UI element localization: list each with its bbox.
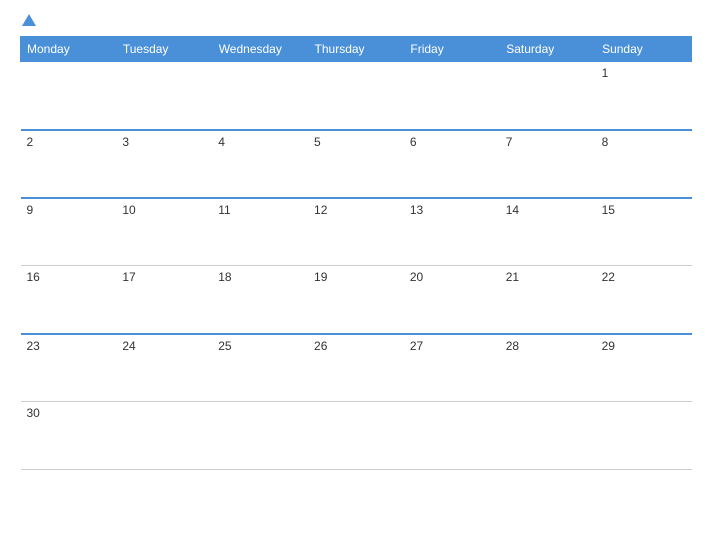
- day-number: 8: [602, 135, 609, 149]
- calendar-cell: [308, 402, 404, 470]
- calendar-cell: [21, 62, 117, 130]
- calendar-cell: [116, 62, 212, 130]
- weekday-header-wednesday: Wednesday: [212, 37, 308, 62]
- calendar-week-row: 2 3 4 5 6 7 8: [21, 130, 692, 198]
- calendar-cell: 27: [404, 334, 500, 402]
- day-number: 14: [506, 203, 519, 217]
- calendar-cell: 10: [116, 198, 212, 266]
- calendar-week-row: 23 24 25 26 27 28 29: [21, 334, 692, 402]
- day-number: 7: [506, 135, 513, 149]
- day-number: 29: [602, 339, 615, 353]
- calendar-cell: 28: [500, 334, 596, 402]
- calendar-cell: 11: [212, 198, 308, 266]
- calendar-grid: MondayTuesdayWednesdayThursdayFridaySatu…: [20, 36, 692, 470]
- calendar-cell: [212, 402, 308, 470]
- calendar-cell: 21: [500, 266, 596, 334]
- calendar-week-row: 16 17 18 19 20 21 22: [21, 266, 692, 334]
- calendar-cell: 29: [596, 334, 692, 402]
- calendar-cell: 24: [116, 334, 212, 402]
- logo-triangle-icon: [22, 14, 36, 26]
- calendar-cell: [212, 62, 308, 130]
- calendar-week-row: 1: [21, 62, 692, 130]
- day-number: 17: [122, 270, 135, 284]
- weekday-header-thursday: Thursday: [308, 37, 404, 62]
- day-number: 1: [602, 66, 609, 80]
- weekday-header-monday: Monday: [21, 37, 117, 62]
- calendar-cell: 9: [21, 198, 117, 266]
- day-number: 23: [27, 339, 40, 353]
- calendar-cell: 30: [21, 402, 117, 470]
- day-number: 28: [506, 339, 519, 353]
- calendar-cell: 18: [212, 266, 308, 334]
- logo: [20, 16, 36, 28]
- calendar-cell: 1: [596, 62, 692, 130]
- day-number: 25: [218, 339, 231, 353]
- calendar-cell: [404, 62, 500, 130]
- day-number: 19: [314, 270, 327, 284]
- weekday-header-sunday: Sunday: [596, 37, 692, 62]
- day-number: 26: [314, 339, 327, 353]
- calendar-cell: [500, 402, 596, 470]
- calendar-cell: 17: [116, 266, 212, 334]
- day-number: 12: [314, 203, 327, 217]
- day-number: 27: [410, 339, 423, 353]
- calendar-cell: 14: [500, 198, 596, 266]
- calendar-cell: [116, 402, 212, 470]
- day-number: 9: [27, 203, 34, 217]
- day-number: 24: [122, 339, 135, 353]
- calendar-cell: 12: [308, 198, 404, 266]
- calendar-cell: 8: [596, 130, 692, 198]
- day-number: 15: [602, 203, 615, 217]
- calendar-cell: 3: [116, 130, 212, 198]
- calendar-cell: 22: [596, 266, 692, 334]
- day-number: 22: [602, 270, 615, 284]
- calendar-cell: [500, 62, 596, 130]
- weekday-header-friday: Friday: [404, 37, 500, 62]
- calendar-cell: 16: [21, 266, 117, 334]
- calendar-cell: 20: [404, 266, 500, 334]
- day-number: 21: [506, 270, 519, 284]
- calendar-cell: 13: [404, 198, 500, 266]
- day-number: 10: [122, 203, 135, 217]
- calendar-cell: 2: [21, 130, 117, 198]
- day-number: 30: [27, 406, 40, 420]
- weekday-header-row: MondayTuesdayWednesdayThursdayFridaySatu…: [21, 37, 692, 62]
- calendar-cell: [596, 402, 692, 470]
- calendar-cell: 26: [308, 334, 404, 402]
- weekday-header-tuesday: Tuesday: [116, 37, 212, 62]
- calendar-cell: 15: [596, 198, 692, 266]
- calendar-cell: 23: [21, 334, 117, 402]
- calendar-container: MondayTuesdayWednesdayThursdayFridaySatu…: [0, 0, 712, 550]
- calendar-cell: [308, 62, 404, 130]
- calendar-cell: 5: [308, 130, 404, 198]
- calendar-header: [20, 16, 692, 28]
- calendar-cell: 6: [404, 130, 500, 198]
- weekday-header-saturday: Saturday: [500, 37, 596, 62]
- calendar-cell: 4: [212, 130, 308, 198]
- calendar-cell: [404, 402, 500, 470]
- day-number: 2: [27, 135, 34, 149]
- day-number: 13: [410, 203, 423, 217]
- calendar-cell: 25: [212, 334, 308, 402]
- calendar-week-row: 9 10 11 12 13 14 15: [21, 198, 692, 266]
- calendar-cell: 7: [500, 130, 596, 198]
- day-number: 6: [410, 135, 417, 149]
- day-number: 5: [314, 135, 321, 149]
- day-number: 4: [218, 135, 225, 149]
- day-number: 20: [410, 270, 423, 284]
- day-number: 18: [218, 270, 231, 284]
- day-number: 11: [218, 203, 230, 217]
- day-number: 16: [27, 270, 40, 284]
- calendar-week-row: 30: [21, 402, 692, 470]
- day-number: 3: [122, 135, 129, 149]
- calendar-cell: 19: [308, 266, 404, 334]
